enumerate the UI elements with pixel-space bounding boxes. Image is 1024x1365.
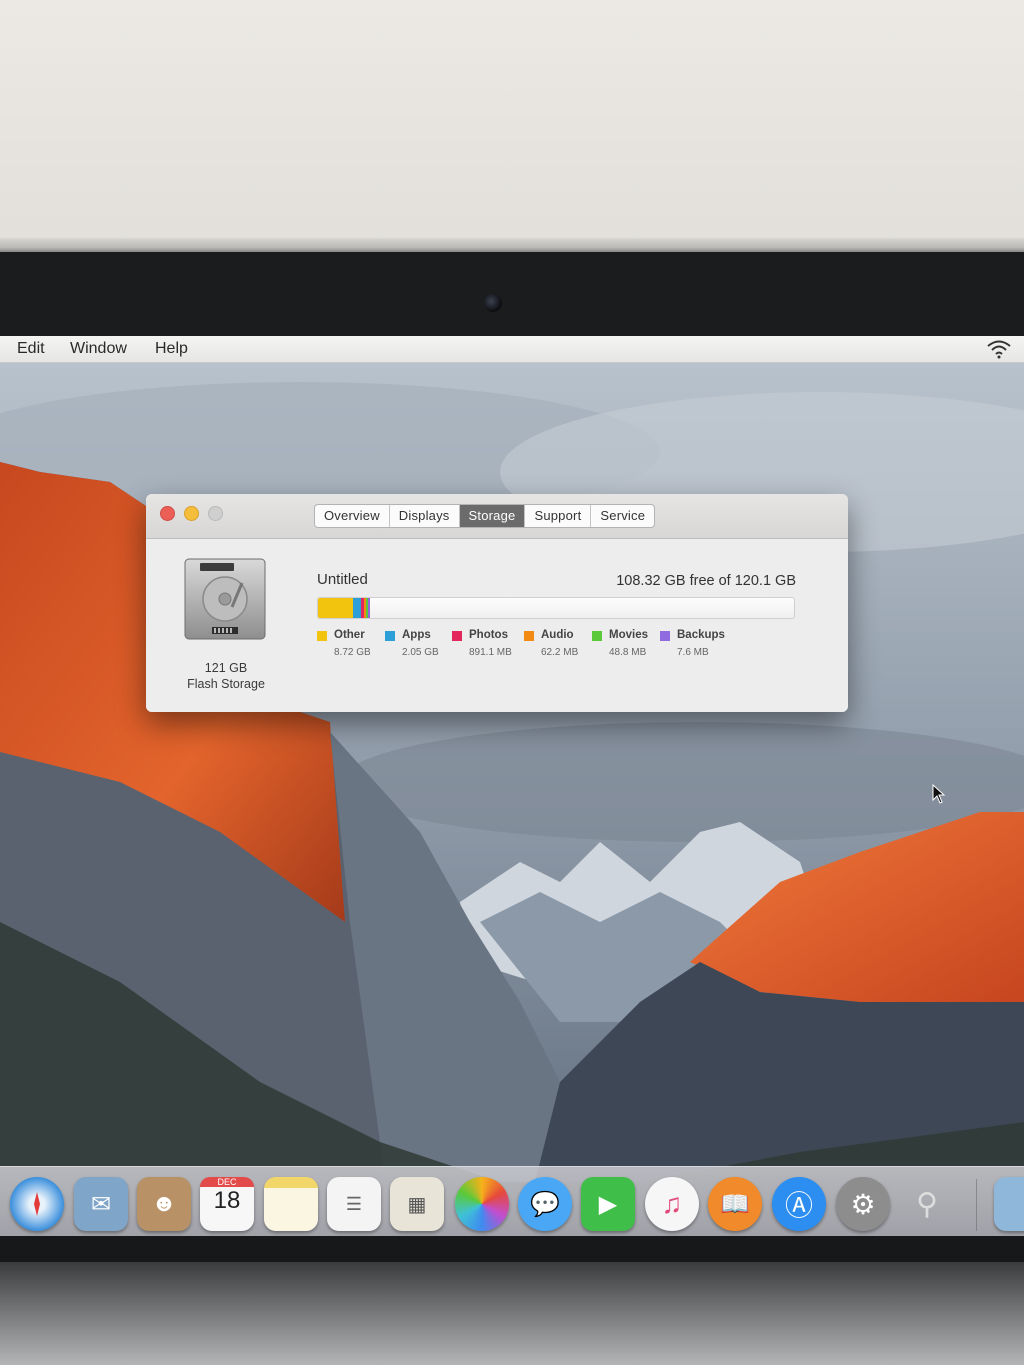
utility-icon[interactable]: ⚲ (900, 1177, 954, 1231)
storage-panel: 121 GB Flash Storage Untitled 108.32 GB … (146, 539, 848, 712)
storage-segment-apps (352, 598, 361, 618)
legend-label: Movies (609, 629, 648, 641)
dock-divider (976, 1179, 977, 1231)
storage-segment-other (318, 598, 353, 618)
legend-size: 48.8 MB (609, 647, 647, 658)
itunes-icon[interactable]: ♫ (645, 1177, 699, 1231)
webcam (484, 294, 502, 312)
tab-bar: Overview Displays Storage Support Servic… (314, 504, 656, 528)
downloads-folder-icon[interactable] (994, 1177, 1024, 1231)
menu-edit[interactable]: Edit (17, 340, 45, 358)
notes-icon[interactable] (264, 1177, 318, 1231)
tab-overview[interactable]: Overview (315, 505, 390, 527)
system-preferences-icon[interactable]: ⚙ (836, 1177, 890, 1231)
zoom-button (208, 506, 223, 521)
photos-icon[interactable] (455, 1177, 509, 1231)
screen: Edit Window Help Overview Displays Stora… (0, 336, 1024, 1246)
reminders-icon[interactable]: ☰ (327, 1177, 381, 1231)
storage-segment-backups (368, 598, 371, 618)
laptop-base (0, 1262, 1024, 1365)
legend-label: Other (334, 629, 365, 641)
window-titlebar: Overview Displays Storage Support Servic… (146, 494, 848, 539)
close-button[interactable] (160, 506, 175, 521)
dock: ✉ ☻ DEC 18 ☰ ▦ 💬 ▶ ♫ 📖 Ⓐ ⚙ ⚲ (0, 1166, 1024, 1243)
legend-swatch (452, 631, 462, 641)
free-space-text: 108.32 GB free of 120.1 GB (616, 573, 796, 589)
legend-swatch (317, 631, 327, 641)
minimize-button[interactable] (184, 506, 199, 521)
safari-icon[interactable] (10, 1177, 64, 1231)
calendar-month: DEC (200, 1177, 254, 1187)
disk-size: 121 GB (204, 661, 248, 675)
contacts-icon[interactable]: ☻ (137, 1177, 191, 1231)
legend-swatch (660, 631, 670, 641)
mouse-cursor (932, 784, 946, 804)
facetime-icon[interactable]: ▶ (581, 1177, 635, 1231)
menu-help[interactable]: Help (155, 340, 188, 358)
disk-type: Flash Storage (187, 677, 265, 691)
legend-label: Apps (402, 629, 431, 641)
legend-swatch (385, 631, 395, 641)
volume-name: Untitled (317, 571, 368, 588)
preview-icon[interactable]: ▦ (390, 1177, 444, 1231)
calendar-day: 18 (213, 1187, 241, 1214)
tab-displays[interactable]: Displays (390, 505, 460, 527)
legend-size: 62.2 MB (541, 647, 579, 658)
ibooks-icon[interactable]: 📖 (708, 1177, 762, 1231)
tab-support[interactable]: Support (525, 505, 592, 527)
legend-label: Backups (677, 629, 725, 641)
menu-bar: Edit Window Help (0, 336, 1024, 363)
screen-bezel (0, 252, 1024, 340)
wall-background (0, 0, 1024, 250)
wifi-icon[interactable] (986, 339, 1012, 359)
legend-swatch (524, 631, 534, 641)
legend-size: 8.72 GB (334, 647, 371, 658)
legend-size: 2.05 GB (402, 647, 439, 658)
legend-label: Photos (469, 629, 508, 641)
mail-icon[interactable]: ✉ (74, 1177, 128, 1231)
messages-icon[interactable]: 💬 (518, 1177, 572, 1231)
legend-size: 7.6 MB (677, 647, 709, 658)
legend-label: Audio (541, 629, 574, 641)
hard-drive-icon (184, 558, 266, 640)
menu-window[interactable]: Window (70, 340, 127, 358)
about-this-mac-window: Overview Displays Storage Support Servic… (146, 494, 848, 712)
legend-size: 891.1 MB (469, 647, 512, 658)
storage-usage-bar (317, 597, 795, 619)
legend-swatch (592, 631, 602, 641)
calendar-icon[interactable]: DEC 18 (200, 1177, 254, 1231)
tab-storage[interactable]: Storage (459, 505, 526, 527)
app-store-icon[interactable]: Ⓐ (772, 1177, 826, 1231)
tab-service[interactable]: Service (591, 505, 654, 527)
